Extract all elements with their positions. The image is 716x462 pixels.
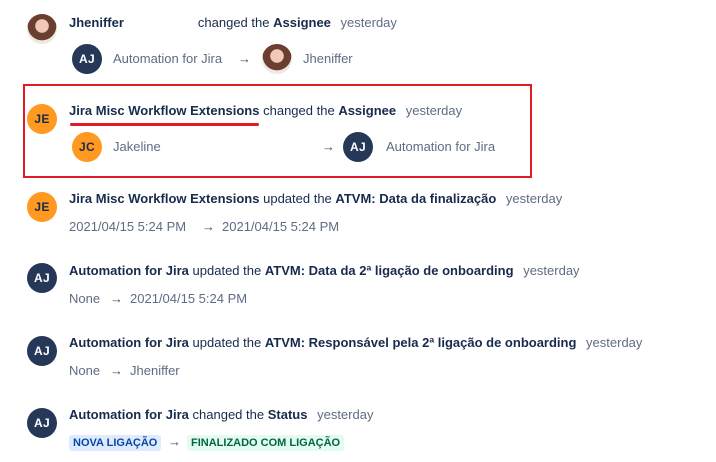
verb-text: changed the <box>192 407 265 422</box>
actor-avatar[interactable]: JE <box>27 104 57 134</box>
from-value: Automation for Jira <box>113 51 223 66</box>
arrow-icon: → <box>110 291 123 306</box>
verb-text: updated the <box>192 335 262 350</box>
verb-text: changed the <box>197 15 270 30</box>
to-avatar[interactable]: AJ <box>343 132 373 162</box>
to-avatar-photo[interactable] <box>262 44 292 74</box>
highlight-box <box>23 84 532 178</box>
actor-avatar[interactable]: AJ <box>27 336 57 366</box>
to-value: Jheniffer <box>303 51 353 66</box>
timestamp: yesterday <box>505 191 563 206</box>
actor-avatar[interactable]: AJ <box>27 263 57 293</box>
history-entry-header: Automation for Jira changed the Status y… <box>69 406 373 424</box>
to-value: 2021/04/15 5:24 PM <box>130 291 248 306</box>
timestamp: yesterday <box>405 103 463 118</box>
field-name: Status <box>267 407 308 422</box>
to-value: 2021/04/15 5:24 PM <box>222 219 340 234</box>
history-entry-header: Jira Misc Workflow Extensions changed th… <box>69 102 462 120</box>
timestamp: yesterday <box>523 263 580 278</box>
from-value: 2021/04/15 5:24 PM <box>69 219 187 234</box>
to-value: Automation for Jira <box>386 139 496 154</box>
red-underline <box>70 123 259 126</box>
actor-avatar[interactable]: JE <box>27 192 57 222</box>
arrow-icon: → <box>322 139 335 154</box>
user-avatar-photo[interactable] <box>27 14 57 44</box>
status-lozenge-from: NOVA LIGAÇÃO <box>69 435 162 451</box>
arrow-icon: → <box>238 51 251 66</box>
history-entry-header: Jira Misc Workflow Extensions updated th… <box>69 190 562 208</box>
status-lozenge-to: FINALIZADO COM LIGAÇÃO <box>187 435 345 451</box>
actor-avatar[interactable]: AJ <box>27 408 57 438</box>
from-value: Jakeline <box>113 139 161 154</box>
from-avatar[interactable]: JC <box>72 132 102 162</box>
arrow-icon: → <box>110 363 123 378</box>
timestamp: yesterday <box>586 335 643 350</box>
timestamp: yesterday <box>317 407 374 422</box>
to-value: Jheniffer <box>130 363 180 378</box>
verb-text: changed the <box>263 103 335 118</box>
actor-name[interactable]: Jira Misc Workflow Extensions <box>69 191 259 206</box>
from-avatar[interactable]: AJ <box>72 44 102 74</box>
from-value: None <box>69 363 101 378</box>
field-name: Assignee <box>338 103 397 118</box>
actor-name[interactable]: Automation for Jira <box>69 263 189 278</box>
field-name: ATVM: Data da finalização <box>335 191 497 206</box>
verb-text: updated the <box>192 263 262 278</box>
history-entry-header: Automation for Jira updated the ATVM: Re… <box>69 334 642 352</box>
arrow-icon: → <box>202 219 215 234</box>
actor-name[interactable]: Automation for Jira <box>69 407 189 422</box>
verb-text: updated the <box>263 191 332 206</box>
actor-name[interactable]: Jira Misc Workflow Extensions <box>69 103 259 118</box>
field-name: Assignee <box>273 15 331 30</box>
actor-name[interactable]: Jheniffer <box>69 15 124 30</box>
field-name: ATVM: Responsável pela 2ª ligação de onb… <box>264 335 577 350</box>
history-entry-header: Automation for Jira updated the ATVM: Da… <box>69 262 580 280</box>
history-entry-header: Jheniffer changed the Assignee yesterday <box>69 14 397 32</box>
field-name: ATVM: Data da 2ª ligação de onboarding <box>264 263 514 278</box>
actor-name[interactable]: Automation for Jira <box>69 335 189 350</box>
arrow-icon: → <box>168 434 181 449</box>
from-value: None <box>69 291 101 306</box>
timestamp: yesterday <box>340 15 397 30</box>
